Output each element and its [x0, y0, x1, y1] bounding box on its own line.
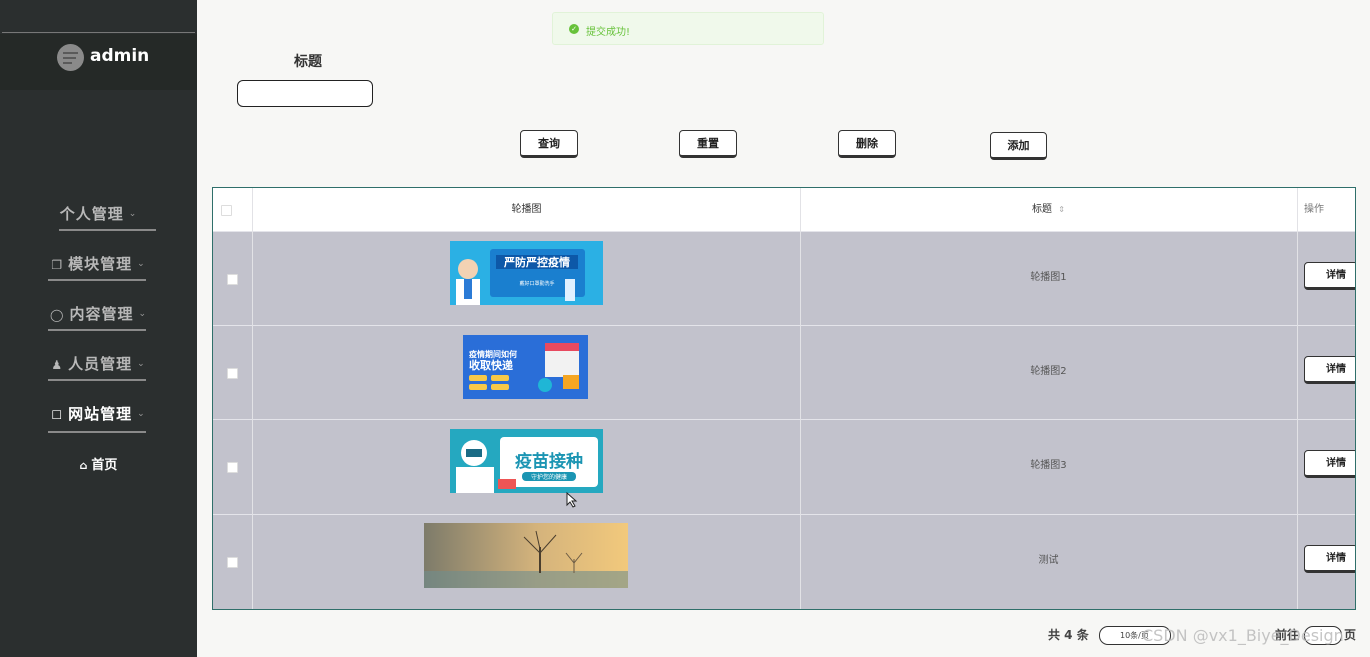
- toast-message: 提交成功!: [586, 27, 631, 38]
- pagination-total: 共 4 条: [1048, 628, 1089, 642]
- banner-image: 疫情期间如何 收取快递: [463, 335, 588, 399]
- row-checkbox[interactable]: [227, 368, 238, 379]
- table-row: 测试 详情: [213, 514, 1355, 609]
- sidebar-item-personal[interactable]: 个人管理 ⌄: [0, 203, 197, 224]
- detail-button[interactable]: 详情: [1304, 545, 1355, 573]
- sidebar-divider: [2, 32, 195, 33]
- delete-button[interactable]: 删除: [838, 130, 896, 158]
- title-search-input[interactable]: [237, 80, 373, 107]
- detail-button[interactable]: 详情: [1304, 356, 1355, 384]
- banner-image: 疫苗接种 守护您的健康: [450, 429, 603, 493]
- row-checkbox[interactable]: [227, 462, 238, 473]
- check-circle-icon: ✓: [569, 24, 579, 34]
- sidebar-item-modules[interactable]: ❐ 模块管理 ⌄: [0, 253, 197, 274]
- table-header: 轮播图 标题 ⇕ 操作: [213, 188, 1355, 232]
- sidebar-item-label: 人员管理: [68, 355, 133, 373]
- banner-title: 疫苗接种: [515, 451, 583, 472]
- banner-subtitle: 守护您的健康: [531, 473, 567, 481]
- mouse-cursor-icon: [566, 492, 578, 508]
- chat-icon: ◯: [50, 308, 65, 322]
- add-button[interactable]: 添加: [990, 132, 1047, 160]
- column-divider: [800, 188, 801, 609]
- avatar[interactable]: [57, 44, 84, 71]
- column-header-actions: 操作: [1304, 204, 1324, 215]
- search-label: 标题: [294, 54, 322, 70]
- chevron-down-icon: ⌄: [137, 409, 146, 419]
- menu-underline: [48, 329, 146, 331]
- sidebar-item-content[interactable]: ◯ 内容管理 ⌄: [0, 303, 197, 324]
- column-header-title[interactable]: 标题 ⇕: [800, 188, 1297, 232]
- query-button[interactable]: 查询: [520, 130, 578, 158]
- username: admin: [90, 46, 150, 66]
- row-title: 轮播图1: [1030, 272, 1067, 283]
- sidebar-item-label: 网站管理: [68, 405, 133, 423]
- chevron-down-icon: ⌄: [137, 359, 146, 369]
- detail-button[interactable]: 详情: [1304, 262, 1355, 290]
- comment-icon: ☐: [51, 408, 64, 422]
- column-divider: [1297, 188, 1298, 609]
- chevron-down-icon: ⌄: [138, 309, 147, 319]
- column-header-title-label: 标题: [1032, 204, 1053, 215]
- menu-underline: [59, 229, 156, 231]
- menu-underline: [48, 431, 146, 433]
- sidebar-item-website[interactable]: ☐ 网站管理 ⌄: [0, 403, 197, 424]
- sidebar-item-label: 首页: [91, 458, 118, 473]
- select-all-checkbox[interactable]: [221, 205, 232, 216]
- sidebar-item-label: 模块管理: [68, 255, 133, 273]
- table-row: 疫情期间如何 收取快递 轮播图2 详情: [213, 325, 1355, 419]
- sidebar: admin 个人管理 ⌄ ❐ 模块管理 ⌄ ◯ 内容管理 ⌄ ♟ 人员管理 ⌄ ☐ 网站管理 ⌄ …: [0, 0, 197, 657]
- row-checkbox[interactable]: [227, 557, 238, 568]
- pagination-page-label: 页: [1344, 628, 1357, 642]
- chevron-down-icon: ⌄: [137, 259, 146, 269]
- sidebar-item-home[interactable]: ⌂ 首页: [0, 454, 197, 473]
- copy-icon: ❐: [51, 258, 64, 272]
- chevron-down-icon: ⌄: [128, 209, 138, 219]
- success-toast: ✓ 提交成功!: [552, 12, 824, 45]
- home-icon: ⌂: [79, 459, 88, 472]
- sidebar-item-label: 内容管理: [69, 305, 134, 323]
- column-divider: [252, 188, 253, 609]
- table-row: 疫苗接种 守护您的健康 轮播图3 详情: [213, 419, 1355, 513]
- row-title: 测试: [1038, 555, 1059, 566]
- menu-underline: [48, 279, 146, 281]
- banner-table: 轮播图 标题 ⇕ 操作 严防严控疫情 戴好口罩勤洗手 轮播图1 详情 疫情期间如…: [212, 187, 1356, 610]
- row-title: 轮播图3: [1030, 460, 1067, 471]
- reset-button[interactable]: 重置: [679, 130, 737, 158]
- table-row: 严防严控疫情 戴好口罩勤洗手 轮播图1 详情: [213, 231, 1355, 325]
- banner-image: 严防严控疫情 戴好口罩勤洗手: [450, 241, 603, 305]
- menu-underline: [48, 379, 146, 381]
- row-title: 轮播图2: [1030, 366, 1067, 377]
- sort-icon[interactable]: ⇕: [1058, 205, 1065, 214]
- banner-title: 严防严控疫情: [503, 255, 570, 269]
- sidebar-item-staff[interactable]: ♟ 人员管理 ⌄: [0, 353, 197, 374]
- watermark: CSDN @vx1_Biye_Design: [1142, 626, 1344, 645]
- banner-title: 疫情期间如何: [469, 349, 517, 359]
- user-icon: ♟: [51, 358, 64, 372]
- column-header-image: 轮播图: [511, 204, 542, 215]
- sidebar-item-label: 个人管理: [59, 205, 124, 223]
- banner-subtitle: 戴好口罩勤洗手: [519, 280, 554, 287]
- banner-image: [424, 523, 628, 588]
- detail-button[interactable]: 详情: [1304, 450, 1355, 478]
- banner-subtitle: 收取快递: [469, 358, 513, 372]
- row-checkbox[interactable]: [227, 274, 238, 285]
